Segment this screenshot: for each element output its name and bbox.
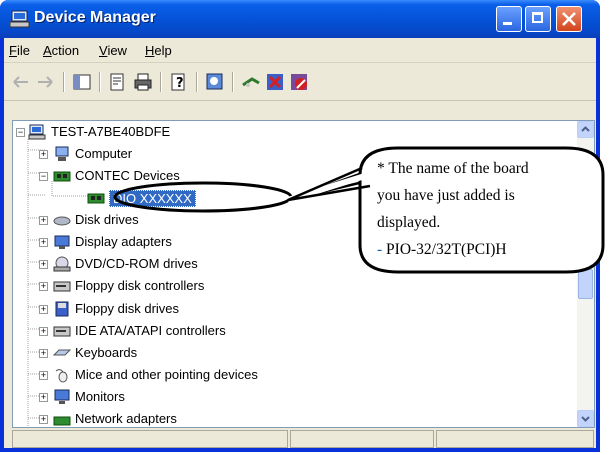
callout-line: you have just added is — [377, 187, 515, 204]
callout-line: * The name of the board — [377, 160, 529, 177]
callout-line: - PIO-32/32T(PCI)H — [377, 236, 607, 263]
board-name-value: PIO-32/32T(PCI)H — [386, 241, 507, 258]
callout-text: * The name of the board you have just ad… — [377, 155, 607, 263]
callout-line: displayed. — [377, 214, 441, 231]
callout-note: * The name of the board you have just ad… — [357, 145, 607, 270]
callout-dash: - — [377, 241, 387, 258]
